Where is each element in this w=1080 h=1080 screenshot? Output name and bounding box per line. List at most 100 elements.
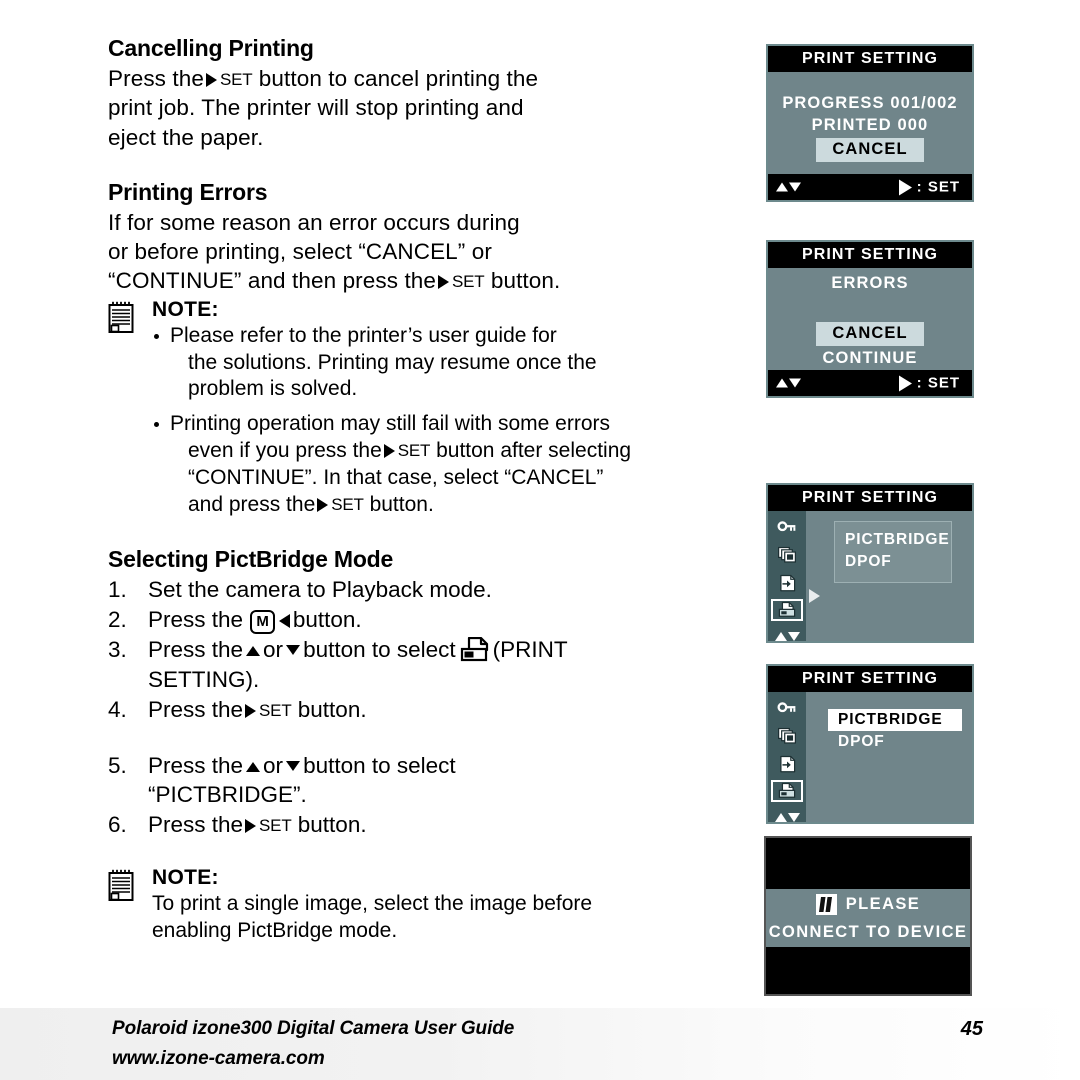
note2-line1: To print a single image, select the imag… [152,892,593,916]
step-1-number: 1. [108,576,127,602]
errors-line: ERRORS [831,274,909,292]
cancelling-paragraph: Press the SET button to cancel printing t… [108,64,708,152]
set-label: SET [259,700,292,720]
footer-url: www.izone-camera.com [112,1048,325,1069]
menu-item-pictbridge[interactable]: PICTBRIDGE [845,529,949,551]
step-6-pre: Press the [148,812,244,838]
transfer-icon[interactable] [773,755,801,773]
lcd-screen-progress: PRINT SETTING PROGRESS 001/002 PRINTED 0… [766,44,974,202]
n1b1-l2: the solutions. Printing may resume once … [188,350,597,374]
step-5-mid: or [263,752,284,778]
set-button-glyph: SET [243,812,292,837]
mode-button-icon: M [250,609,275,634]
cancel-option[interactable]: CANCEL [816,137,924,162]
set-button-glyph: SET [204,66,253,91]
copies-icon[interactable] [773,727,801,745]
note2-line2: enabling PictBridge mode. [152,919,398,943]
cancelling-line3: eject the paper. [108,124,264,150]
step-6: 6. Press the SET button. [108,810,708,840]
step-2-number: 2. [108,606,127,632]
step-4-number: 4. [108,696,127,722]
lcd-title-bar: PRINT SETTING [768,242,972,268]
step-5-pre: Press the [148,752,244,778]
down-arrow-icon [787,632,800,641]
set-label: SET [259,816,292,836]
n1b1-l3: problem is solved. [188,377,358,401]
n1b2-l4-post: button. [369,492,434,516]
cancel-option[interactable]: CANCEL [816,322,924,347]
n1b2-l4-pre: and press the [188,492,316,516]
notepad-icon [108,301,134,333]
right-arrow-icon [245,819,257,834]
set-button-glyph: SET [436,268,485,293]
note1-bullet-1: Please refer to the printer’s user guide… [152,323,708,404]
set-label: SET [219,70,253,90]
step-4: 4. Press the SET button. [108,695,708,725]
lcd-menu-area: PICTBRIDGE DPOF [806,692,972,822]
menu-pointer-icon [809,589,820,603]
step-5-line2: “PICTBRIDGE”. [148,782,307,808]
progress-line: PROGRESS 001/002 [782,94,958,112]
step-3-post: button to select [303,636,456,662]
right-arrow-icon [205,73,217,88]
printing-errors-paragraph: If for some reason an error occurs durin… [108,208,708,296]
set-button-glyph: SET [243,697,292,722]
footer-title: Polaroid izone300 Digital Camera User Gu… [112,1018,515,1039]
lcd-side-iconbar [768,692,806,822]
lcd-footer-bar: : SET [768,370,972,396]
up-arrow-icon [774,632,787,641]
step-4-pre: Press the [148,696,244,722]
set-label: SET [331,494,364,514]
step-3: 3. Press the or button to select (PRINT SE… [108,635,708,695]
up-arrow-icon [246,645,261,656]
notepad-icon [108,870,134,902]
transfer-icon[interactable] [773,574,801,592]
continue-option[interactable]: CONTINUE [768,347,972,369]
cancelling-line1-post: button to cancel printing the [258,66,539,92]
bullet-dot-icon [154,422,159,428]
note2-body: To print a single image, select the imag… [152,891,708,945]
n1b2-l2-pre: even if you press the [188,439,382,463]
page-number: 45 [960,1018,983,1040]
set-hint: : SET [898,179,960,196]
n1b1-l1: Please refer to the printer’s user guide… [170,323,557,347]
up-arrow-icon [774,813,787,822]
step-1-text: Set the camera to Playback mode. [148,576,492,602]
set-hint: : SET [898,374,960,392]
connect-device-label: CONNECT TO DEVICE [768,923,968,941]
n1b2-l3: “CONTINUE”. In that case, select “CANCEL… [188,466,604,490]
n1b2-l2-post: button after selecting [436,439,632,463]
pe-line1: If for some reason an error occurs durin… [108,209,520,235]
lcd-side-iconbar [768,511,806,641]
copies-icon[interactable] [773,546,801,564]
right-arrow-icon [898,375,912,391]
step-5-post: button to select [303,752,456,778]
key-icon[interactable] [773,700,801,718]
pe-line2: or before printing, select “CANCEL” or [108,239,492,265]
menu-item-pictbridge[interactable]: PICTBRIDGE [828,709,962,732]
menu-item-dpof[interactable]: DPOF [838,731,954,753]
menu-item-dpof[interactable]: DPOF [845,551,943,573]
step-2: 2. Press the Mbutton. [108,605,708,635]
step-2-pre: Press the [148,606,244,632]
lcd-menu-area: PICTBRIDGE DPOF [806,511,972,641]
step-3-mid: or [263,636,284,662]
printer-icon[interactable] [771,779,803,803]
right-arrow-icon [438,275,450,290]
set-label: SET [452,272,485,292]
connect-row-1: PLEASE [815,894,920,915]
note2-title: NOTE: [152,866,219,890]
set-hint-label: : SET [916,374,960,392]
note1-title: NOTE: [152,297,219,321]
lcd-title-bar: PRINT SETTING [768,666,972,692]
menu-options-box: PICTBRIDGE DPOF [828,702,962,762]
down-arrow-icon [787,813,800,822]
right-arrow-icon [383,444,395,459]
note1-bullet-2: Printing operation may still fail with s… [152,411,708,519]
printer-icon[interactable] [771,598,803,622]
up-arrow-icon [246,761,261,772]
step-3-pre: Press the [148,636,244,662]
pe-line3-post: button. [490,268,561,294]
step-3-line2: SETTING). [148,666,260,692]
key-icon[interactable] [773,519,801,537]
